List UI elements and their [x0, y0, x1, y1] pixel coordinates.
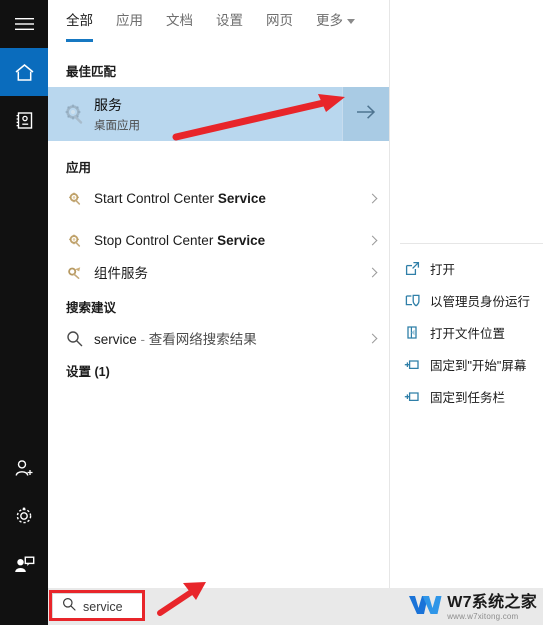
- app-row-label: Stop Control Center Service: [94, 232, 266, 248]
- watermark: W7系统之家 www.w7xitong.com: [408, 593, 537, 622]
- tab-web[interactable]: 网页: [266, 14, 293, 30]
- open-icon: [404, 261, 421, 276]
- rail-item-home[interactable]: [0, 48, 48, 96]
- best-match-row[interactable]: 服务 桌面应用: [48, 87, 389, 141]
- context-item-label: 固定到任务栏: [430, 391, 506, 405]
- folder-open-icon: [404, 325, 421, 340]
- chevron-right-icon[interactable]: [355, 193, 389, 203]
- taskbar-start-area: [0, 588, 48, 625]
- rail-item-hamburger-menu[interactable]: [0, 0, 48, 48]
- context-item-open[interactable]: 打开: [390, 253, 543, 284]
- settings-header: 设置 (1): [66, 365, 110, 379]
- services-gear-icon: [48, 102, 94, 126]
- best-match-title: 服务: [94, 97, 122, 113]
- component-services-icon: [48, 265, 94, 280]
- rail-item-settings[interactable]: [0, 492, 48, 540]
- suggestion-row-web-search[interactable]: service - 查看网络搜索结果: [48, 321, 389, 355]
- context-action-panel: 打开 以管理员身份运行 打开文件位置 固定到"开始"屏幕 固定到任务栏: [389, 0, 543, 588]
- chevron-right-icon[interactable]: [355, 267, 389, 277]
- search-input-value: service: [83, 599, 123, 614]
- best-match-subtitle: 桌面应用: [94, 120, 140, 132]
- app-row-label: 组件服务: [94, 266, 148, 281]
- context-item-pin-to-taskbar[interactable]: 固定到任务栏: [390, 381, 543, 412]
- best-match-header: 最佳匹配: [66, 65, 117, 79]
- search-icon: [48, 330, 94, 347]
- rail-item-notebook[interactable]: [0, 96, 48, 144]
- services-gear-icon: [48, 233, 94, 248]
- rail-item-add-person[interactable]: [0, 444, 48, 492]
- watermark-url: www.w7xitong.com: [447, 611, 519, 621]
- context-item-label: 以管理员身份运行: [430, 295, 531, 309]
- arrow-right-icon: [355, 104, 377, 125]
- context-item-pin-to-start[interactable]: 固定到"开始"屏幕: [390, 349, 543, 380]
- search-results-panel: 全部 应用 文档 设置 网页 更多 最佳匹配 服务 桌面应用 应用 Start …: [48, 0, 543, 588]
- add-person-icon: [14, 459, 35, 478]
- context-item-label: 固定到"开始"屏幕: [430, 359, 527, 373]
- shield-run-icon: [404, 293, 421, 308]
- chevron-right-icon[interactable]: [355, 333, 389, 343]
- tab-more[interactable]: 更多: [316, 14, 355, 30]
- rail-item-feedback[interactable]: [0, 540, 48, 588]
- best-match-text: 服务 桌面应用: [94, 95, 140, 133]
- watermark-text: W7系统之家 www.w7xitong.com: [447, 593, 537, 621]
- tab-documents[interactable]: 文档: [166, 14, 193, 30]
- chevron-right-icon[interactable]: [355, 235, 389, 245]
- app-row-component-services[interactable]: 组件服务: [48, 255, 389, 289]
- tab-all[interactable]: 全部: [66, 14, 93, 41]
- pin-icon: [404, 358, 421, 372]
- search-icon: [62, 597, 76, 616]
- best-match-expand-button[interactable]: [342, 87, 389, 141]
- search-flyout-screen: 全部 应用 文档 设置 网页 更多 最佳匹配 服务 桌面应用 应用 Start …: [0, 0, 543, 625]
- result-tabs: 全部 应用 文档 设置 网页 更多: [48, 0, 389, 44]
- taskbar: service W7系统之家 www.w7xitong.com: [0, 588, 543, 625]
- services-gear-icon: [48, 191, 94, 206]
- context-item-open-file-location[interactable]: 打开文件位置: [390, 317, 543, 348]
- feedback-icon: [14, 555, 35, 574]
- apps-header: 应用: [66, 161, 92, 175]
- search-input[interactable]: service: [52, 593, 144, 620]
- w7-logo: [408, 593, 442, 622]
- context-item-label: 打开文件位置: [430, 327, 506, 341]
- search-suggestions-header: 搜索建议: [66, 301, 117, 315]
- gear-icon: [14, 506, 34, 526]
- tab-apps[interactable]: 应用: [116, 14, 143, 30]
- tab-settings[interactable]: 设置: [216, 14, 243, 30]
- app-row-label: Start Control Center Service: [94, 190, 266, 206]
- suggestion-row-label: service - 查看网络搜索结果: [94, 332, 257, 347]
- context-item-run-as-administrator[interactable]: 以管理员身份运行: [390, 285, 543, 316]
- chevron-down-icon: [347, 18, 355, 24]
- notebook-icon: [15, 111, 34, 130]
- app-row-stop-control-center-service[interactable]: Stop Control Center Service: [48, 223, 389, 257]
- pin-icon: [404, 390, 421, 404]
- home-icon: [14, 63, 35, 82]
- context-item-label: 打开: [430, 263, 456, 277]
- watermark-title: W7系统之家: [447, 593, 537, 611]
- hamburger-icon: [14, 17, 34, 31]
- app-row-start-control-center-service[interactable]: Start Control Center Service: [48, 181, 389, 215]
- left-rail: [0, 0, 48, 588]
- context-divider: [400, 243, 543, 244]
